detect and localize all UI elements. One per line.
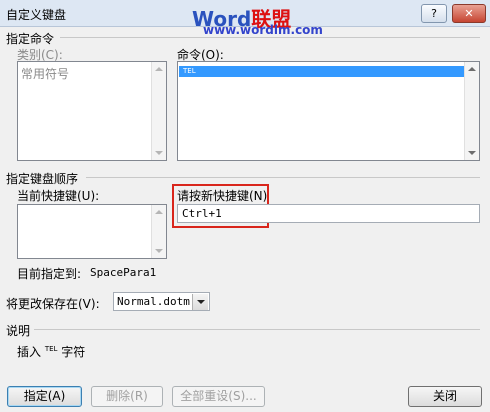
assigned-to-label: 目前指定到: <box>17 267 82 281</box>
scroll-up-icon[interactable] <box>468 67 476 71</box>
commands-list[interactable]: TEL <box>177 61 480 161</box>
description-heading: 说明 <box>6 324 31 338</box>
save-changes-select[interactable]: Normal.dotm <box>113 292 210 311</box>
description-prefix: 插入 <box>17 345 42 359</box>
scroll-up-icon[interactable] <box>155 210 163 214</box>
categories-scrollbar[interactable] <box>151 62 166 160</box>
assign-button[interactable]: 指定(A) <box>7 386 82 407</box>
save-changes-value: Normal.dotm <box>117 295 190 308</box>
window-title: 自定义键盘 <box>6 8 67 22</box>
categories-list[interactable]: 常用符号 <box>17 61 167 161</box>
keyboard-sequence-heading: 指定键盘顺序 <box>6 172 79 186</box>
divider <box>86 177 480 178</box>
close-window-button[interactable]: ✕ <box>452 4 486 23</box>
close-button[interactable]: 关闭 <box>408 386 482 407</box>
description-symbol: TEL <box>44 345 58 353</box>
specify-command-heading: 指定命令 <box>6 32 55 46</box>
commands-scrollbar[interactable] <box>464 62 479 160</box>
current-keys-scrollbar[interactable] <box>151 205 166 258</box>
remove-button[interactable]: 删除(R) <box>91 386 163 407</box>
category-item[interactable]: 常用符号 <box>21 65 151 81</box>
scroll-down-icon[interactable] <box>468 151 476 155</box>
description-text: 插入 TEL 字符 <box>17 343 85 360</box>
description-suffix: 字符 <box>61 345 86 359</box>
current-keys-label: 当前快捷键(U): <box>17 189 100 203</box>
scroll-down-icon[interactable] <box>155 151 163 155</box>
current-keys-list[interactable] <box>17 204 167 259</box>
scroll-down-icon[interactable] <box>155 249 163 253</box>
command-item-selected[interactable]: TEL <box>179 66 464 77</box>
save-changes-label: 将更改保存在(V): <box>6 297 100 311</box>
watermark-url: www.wordlm.com <box>203 23 323 37</box>
assigned-to-value: SpacePara1 <box>90 266 157 279</box>
divider <box>60 37 480 38</box>
new-key-input[interactable]: Ctrl+1 <box>177 204 480 223</box>
reset-all-button[interactable]: 全部重设(S)... <box>172 386 265 407</box>
chevron-down-icon[interactable] <box>192 294 208 310</box>
scroll-up-icon[interactable] <box>155 67 163 71</box>
new-key-label: 请按新快捷键(N) <box>177 189 268 203</box>
divider <box>34 329 480 330</box>
help-button[interactable]: ? <box>421 4 447 23</box>
